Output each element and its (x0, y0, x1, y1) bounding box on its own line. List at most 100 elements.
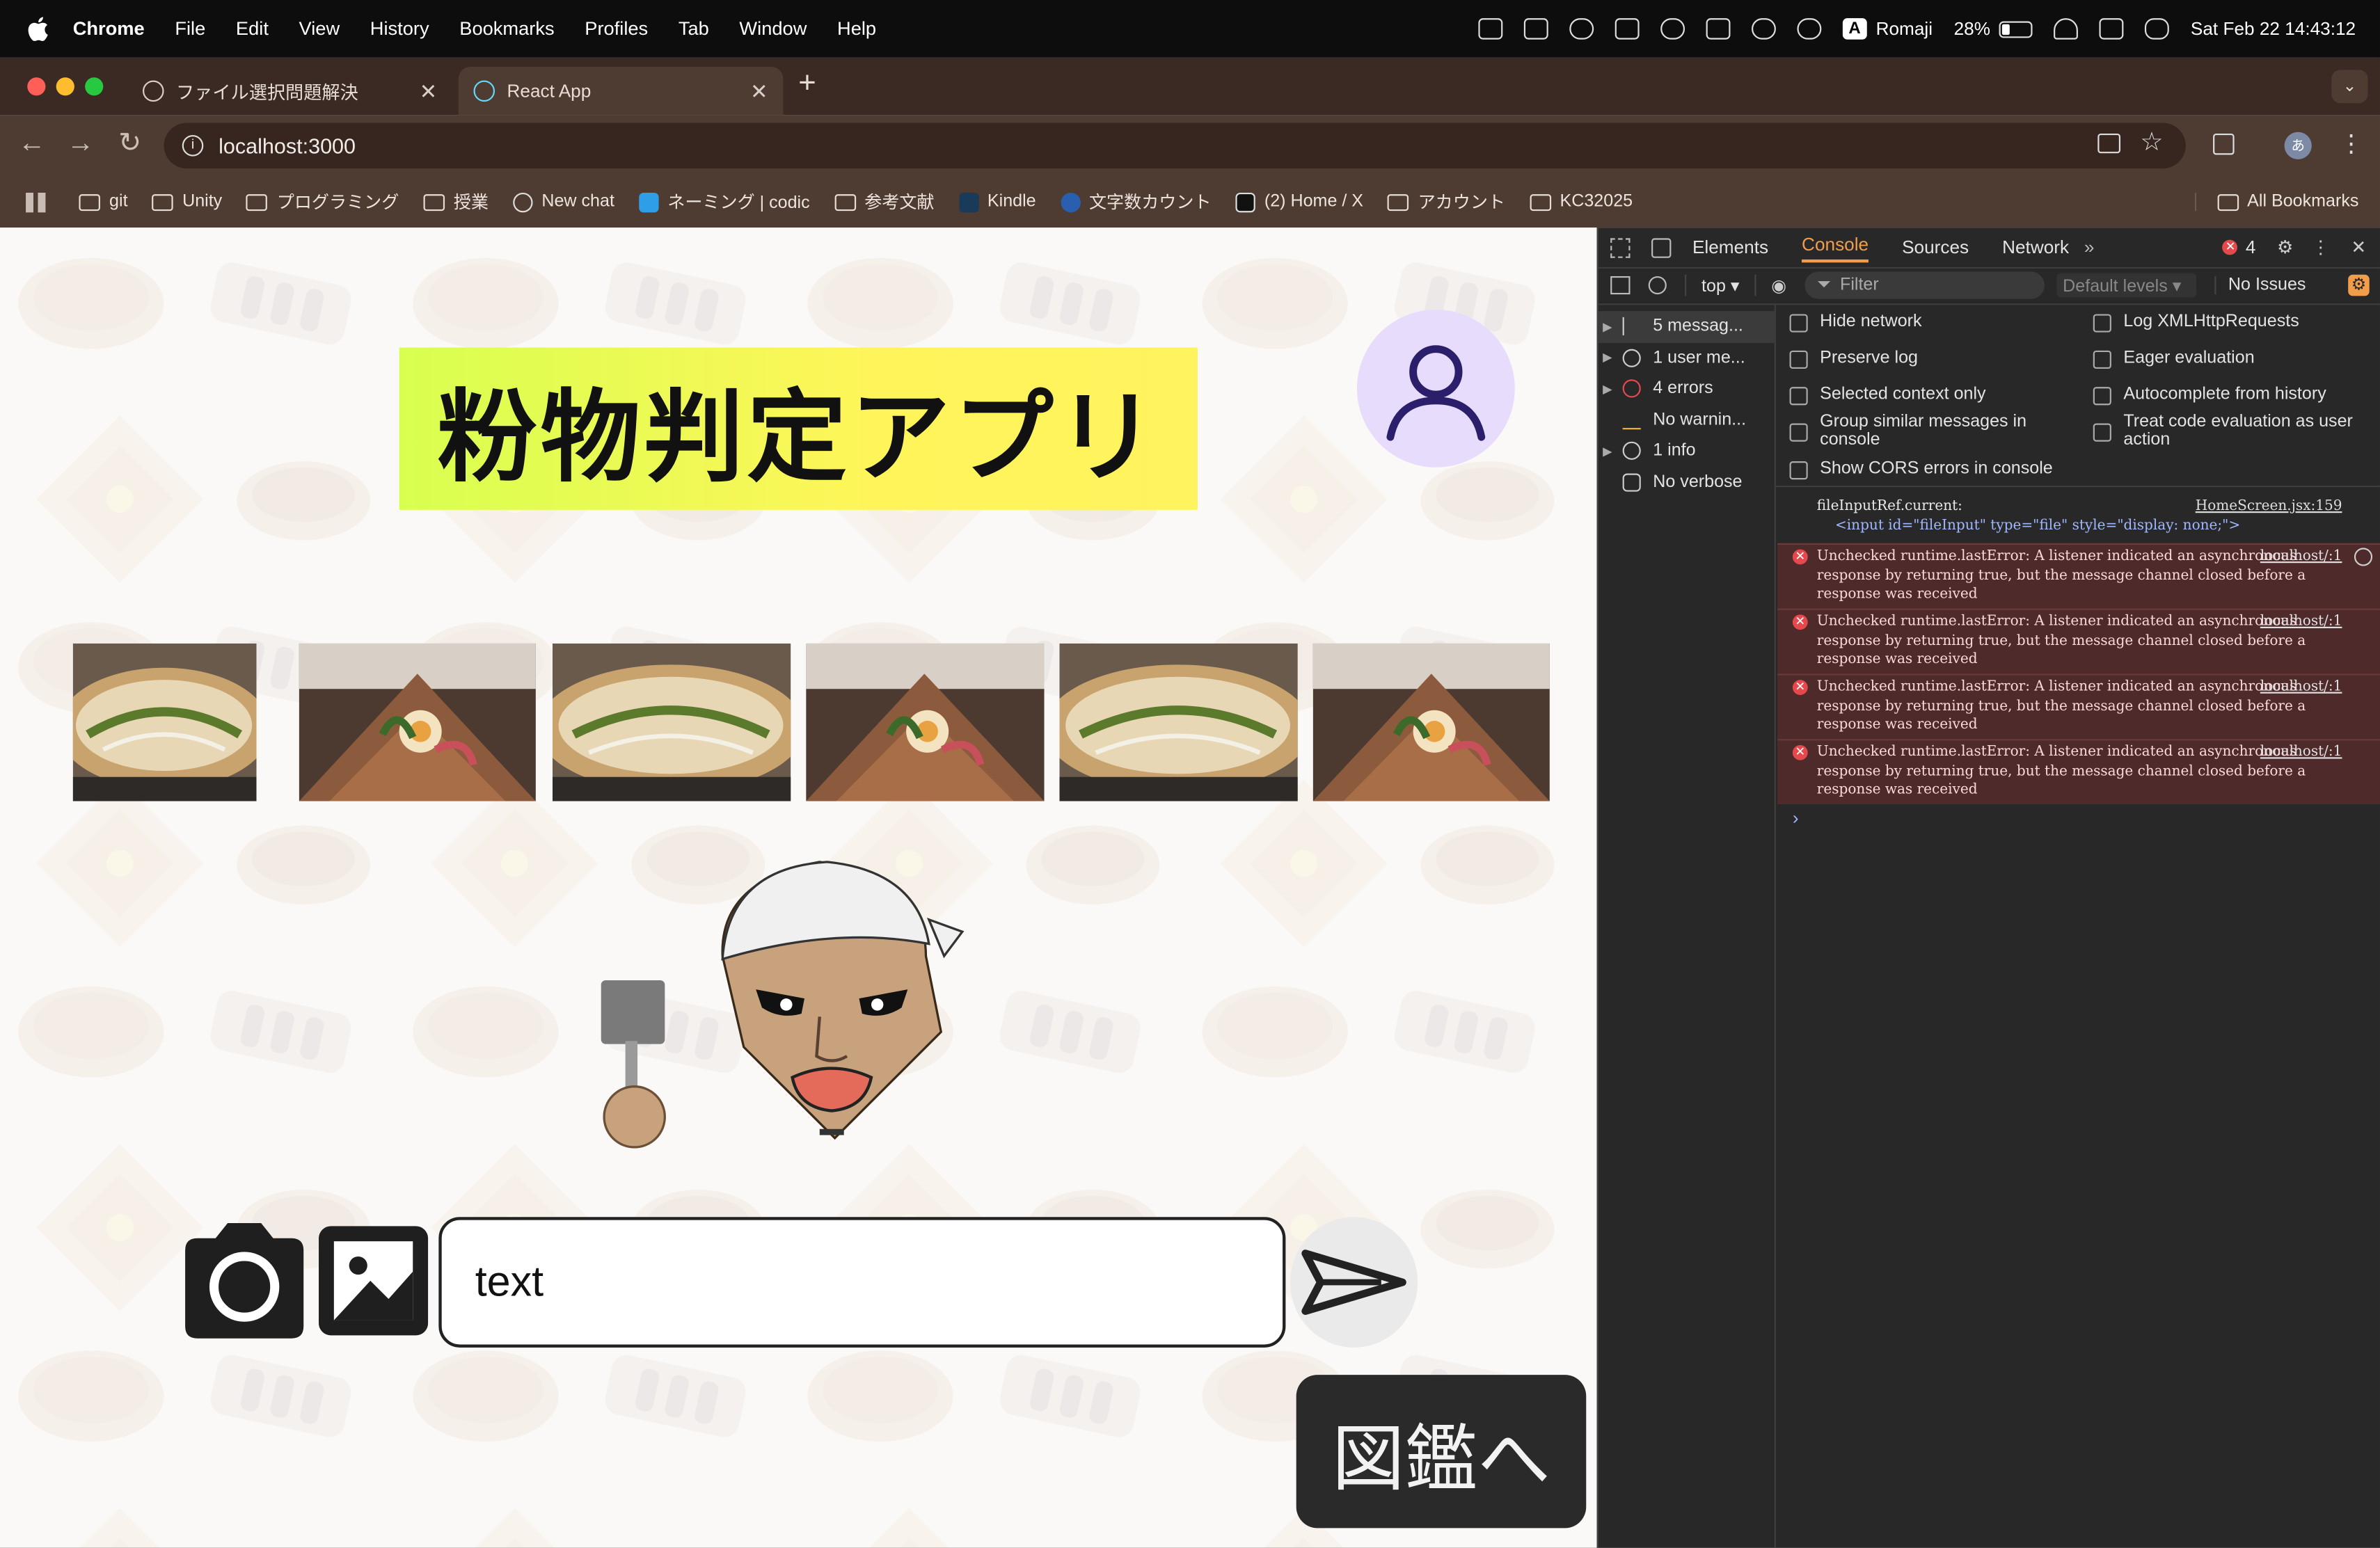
close-tab-icon[interactable]: ✕ (420, 78, 438, 104)
close-devtools-icon[interactable]: ✕ (2351, 237, 2366, 258)
more-tabs-icon[interactable]: » (2084, 237, 2095, 258)
autocomplete-history-checkbox[interactable]: Autocomplete from history (2093, 385, 2326, 406)
screen-mirror-icon[interactable] (2100, 18, 2124, 40)
control-center-icon[interactable] (2145, 18, 2170, 40)
log-entry[interactable]: fileInputRef.current: HomeScreen.jsx:159… (1777, 495, 2380, 539)
site-info-icon[interactable]: i (182, 135, 204, 157)
all-bookmarks[interactable]: All Bookmarks (2193, 193, 2358, 212)
thumbnail-okonomiyaki[interactable] (552, 643, 791, 801)
menubar-clock[interactable]: Sat Feb 22 14:43:12 (2191, 18, 2356, 40)
bookmark-class[interactable]: 授業 (423, 190, 489, 214)
group-similar-checkbox[interactable]: Group similar messages in console (1789, 413, 2071, 449)
tab-search-icon[interactable]: ⌄ (2331, 70, 2368, 104)
menu-history[interactable]: History (370, 18, 429, 40)
selected-context-checkbox[interactable]: Selected context only (1789, 385, 1986, 406)
context-selector[interactable]: top ▾ (1685, 274, 1739, 296)
back-icon[interactable]: ← (18, 127, 45, 159)
device-toolbar-icon[interactable] (1651, 237, 1672, 257)
status-icon-7[interactable] (1751, 18, 1776, 40)
error-source-link[interactable]: localhost/:1 (2260, 613, 2342, 632)
bookmark-star-icon[interactable]: ☆ (2140, 127, 2163, 158)
bookmark-x-home[interactable]: (2) Home / X (1235, 191, 1363, 212)
hide-network-checkbox[interactable]: Hide network (1789, 312, 1922, 333)
bookmark-codic[interactable]: ネーミング | codic (638, 190, 810, 214)
sidebar-user-messages[interactable]: ▶ 1 user me... (1598, 342, 1775, 374)
menu-file[interactable]: File (175, 18, 205, 40)
live-expression-eye-icon[interactable]: ◉ (1754, 274, 1786, 296)
tab-console[interactable]: Console (1802, 233, 1869, 262)
menu-profiles[interactable]: Profiles (585, 18, 648, 40)
lightbulb-icon[interactable] (2354, 548, 2373, 566)
preserve-log-checkbox[interactable]: Preserve log (1789, 349, 1918, 369)
tab-network[interactable]: Network (2002, 237, 2069, 258)
tab-react-app[interactable]: React App ✕ (458, 66, 784, 115)
bookmark-unity[interactable]: Unity (152, 193, 222, 211)
apple-icon[interactable] (27, 17, 49, 41)
user-avatar-button[interactable] (1356, 309, 1515, 468)
bookmark-kindle[interactable]: Kindle (958, 191, 1036, 212)
bookmark-references[interactable]: 参考文献 (834, 190, 935, 214)
encyclopedia-button[interactable]: 図鑑へ (1296, 1375, 1587, 1529)
error-source-link[interactable]: localhost/:1 (2260, 678, 2342, 697)
text-input[interactable]: text (438, 1217, 1286, 1348)
error-entry[interactable]: ✕ localhost/:1 Unchecked runtime.lastErr… (1777, 608, 2380, 673)
status-icon-1[interactable] (1478, 18, 1503, 40)
menu-tab[interactable]: Tab (679, 18, 709, 40)
sidebar-verbose[interactable]: No verbose (1598, 467, 1775, 498)
status-icon-6[interactable] (1706, 18, 1731, 40)
eager-eval-checkbox[interactable]: Eager evaluation (2093, 349, 2255, 369)
menu-bookmarks[interactable]: Bookmarks (459, 18, 554, 40)
cloud-icon[interactable] (1569, 18, 1594, 40)
log-xhr-checkbox[interactable]: Log XMLHttpRequests (2093, 312, 2299, 333)
error-entry[interactable]: ✕ localhost/:1 Unchecked runtime.lastErr… (1777, 543, 2380, 609)
console-filter-input[interactable]: ⏷ Filter (1804, 271, 2045, 299)
log-source-link[interactable]: HomeScreen.jsx:159 (2196, 497, 2342, 516)
log-html-element[interactable]: <input id="fileInput" type="file" style=… (1817, 517, 2342, 536)
console-prompt[interactable]: › (1793, 807, 1799, 829)
error-entry[interactable]: ✕ localhost/:1 Unchecked runtime.lastErr… (1777, 739, 2380, 804)
cors-errors-checkbox[interactable]: Show CORS errors in console (1789, 460, 2053, 480)
notion-icon[interactable] (1523, 18, 1548, 40)
error-source-link[interactable]: localhost/:1 (2260, 744, 2342, 763)
address-bar[interactable]: i localhost:3000 (164, 122, 2186, 169)
clear-console-icon[interactable] (1648, 276, 1667, 295)
play-icon[interactable] (1797, 18, 1822, 40)
bookmark-git[interactable]: git (79, 193, 128, 211)
image-upload-button[interactable] (316, 1223, 431, 1339)
treat-eval-checkbox[interactable]: Treat code evaluation as user action (2093, 413, 2367, 449)
menu-app-name[interactable]: Chrome (73, 18, 145, 40)
menu-edit[interactable]: Edit (236, 18, 269, 40)
error-entry[interactable]: ✕ localhost/:1 Unchecked runtime.lastErr… (1777, 673, 2380, 739)
minimize-window-button[interactable] (56, 77, 74, 96)
reload-icon[interactable]: ↻ (118, 127, 141, 159)
tab-elements[interactable]: Elements (1692, 237, 1768, 258)
thumbnail-galette[interactable] (299, 643, 536, 801)
install-app-icon[interactable] (2097, 133, 2121, 154)
input-source[interactable]: A Romaji (1842, 18, 1933, 40)
tab-file-selection[interactable]: ファイル選択問題解決 ✕ (127, 67, 452, 115)
wifi-icon[interactable] (2054, 18, 2079, 40)
camera-button[interactable] (179, 1222, 310, 1341)
bookmark-char-count[interactable]: 文字数カウント (1060, 190, 1212, 214)
sidebar-messages[interactable]: ▶ 5 messag... (1598, 311, 1775, 342)
tab-sources[interactable]: Sources (1902, 237, 1969, 258)
thumbnail-okonomiyaki[interactable] (1059, 643, 1298, 801)
issues-label[interactable]: No Issues (2214, 276, 2306, 295)
inspect-element-icon[interactable] (1610, 237, 1631, 257)
apps-grid-icon[interactable] (26, 191, 46, 212)
error-source-link[interactable]: localhost/:1 (2260, 548, 2342, 566)
bookmark-programming[interactable]: プログラミング (246, 190, 399, 214)
sidebar-toggle-icon[interactable] (1610, 276, 1631, 295)
error-counter[interactable]: ✕ 4 (2223, 237, 2256, 258)
status-icon-4[interactable] (1615, 18, 1640, 40)
bookmark-new-chat[interactable]: New chat (512, 191, 614, 212)
extensions-icon[interactable] (2213, 133, 2235, 155)
send-button[interactable] (1290, 1217, 1418, 1348)
chrome-menu-icon[interactable]: ⋮ (2339, 129, 2363, 159)
close-tab-icon[interactable]: ✕ (750, 78, 768, 104)
sidebar-warnings[interactable]: No warnin... (1598, 404, 1775, 436)
menu-help[interactable]: Help (837, 18, 876, 40)
thumbnail-okonomiyaki[interactable] (72, 643, 257, 801)
menu-window[interactable]: Window (739, 18, 807, 40)
bookmark-kc32025[interactable]: KC32025 (1529, 193, 1633, 211)
